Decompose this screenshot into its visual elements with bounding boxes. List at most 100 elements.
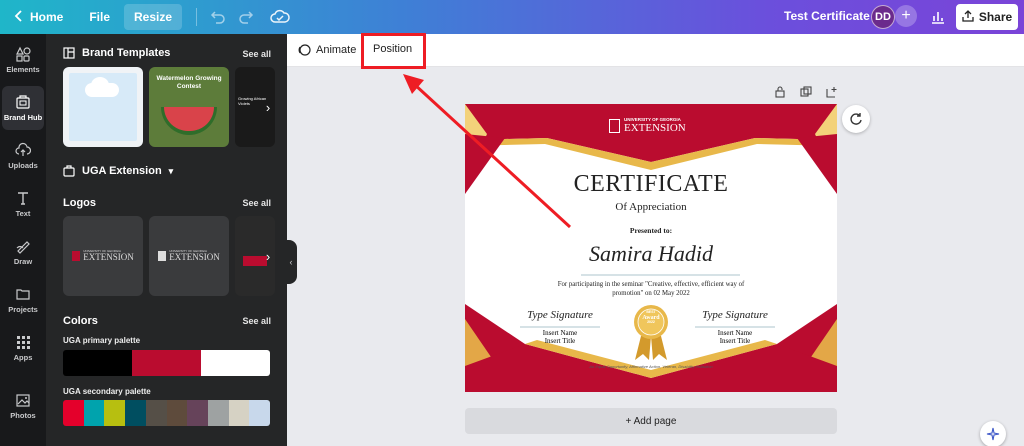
chevron-right-icon[interactable]: › [257,245,279,267]
add-page-icon[interactable] [825,85,838,98]
brand-templates-header: Brand Templates [63,47,170,59]
lock-icon[interactable] [773,85,786,98]
redo-icon[interactable] [235,6,257,28]
rail-item-draw[interactable]: Draw [0,230,46,274]
file-menu-button[interactable]: File [81,4,118,30]
toolbar-divider [196,8,198,26]
plus-icon: + [901,7,911,24]
cert-extension-text: EXTENSION [624,121,686,134]
brand-templates-title: Brand Templates [82,47,171,59]
template-thumbnail[interactable]: Watermelon Growing Contest [149,67,229,147]
template-thumbnail[interactable] [63,67,143,147]
secondary-palette-label: UGA secondary palette [63,387,151,396]
color-swatch[interactable] [145,400,167,426]
animate-button[interactable]: Animate [297,43,356,57]
draw-icon [16,241,30,254]
arch-logo-icon [72,251,81,261]
logo-extension-text: EXTENSION [169,252,220,262]
logo-mark: UNIVERSITY OF GEORGIA EXTENSION [72,250,134,262]
colors-header: Colors [63,315,98,327]
color-swatch[interactable] [166,400,188,426]
animate-icon [298,44,311,56]
signature-right: Type Signature [702,309,768,321]
color-swatch[interactable] [104,400,126,426]
recipient-name: Samira Hadid [588,241,714,266]
rail-item-uploads[interactable]: Uploads [0,134,46,178]
color-swatch[interactable] [187,400,208,426]
color-swatch[interactable] [63,350,132,376]
side-rail: Elements Brand Hub Uploads Text Draw Pro… [0,34,46,446]
logo-extension-text: EXTENSION [83,252,134,262]
cloud-save-icon[interactable] [269,6,291,28]
certificate-logo: UNIVERSITY OF GEORGIA EXTENSION [609,117,686,134]
chevron-right-icon[interactable]: › [257,96,279,118]
document-title[interactable]: Test Certificate [784,9,870,23]
primary-palette-label: UGA primary palette [63,336,141,345]
see-all-colors-link[interactable]: See all [242,316,271,326]
certificate-page[interactable]: UNIVERSITY OF GEORGIA EXTENSION CERTIFIC… [465,104,837,392]
share-icon [962,9,974,25]
share-label: Share [978,10,1013,24]
see-all-templates-link[interactable]: See all [242,49,271,59]
rail-item-brand-hub[interactable]: Brand Hub [2,86,44,130]
brand-kit-icon [63,165,75,177]
home-label: Home [30,10,64,24]
add-member-button[interactable]: + [895,5,917,27]
rail-label-apps: Apps [13,353,33,362]
arch-logo-icon [158,251,167,261]
description-line-2: promotion" on 02 May 2022 [612,290,690,297]
refresh-icon[interactable] [842,105,870,133]
rail-label-text: Text [15,209,31,218]
chevron-left-icon [14,9,24,25]
colors-title: Colors [63,315,98,327]
text-icon [18,192,28,205]
home-button[interactable]: Home [6,4,71,30]
rail-item-apps[interactable]: Apps [0,326,46,370]
color-swatch[interactable] [125,400,146,426]
insights-button[interactable] [927,6,949,28]
arch-logo-icon [609,118,620,133]
color-swatch[interactable] [201,350,270,376]
color-swatch[interactable] [228,400,250,426]
award-badge: BEST Award 2022 [636,310,666,325]
add-page-button[interactable]: + Add page [465,408,837,434]
color-swatch[interactable] [83,400,105,426]
presented-to-label: Presented to: [629,226,673,235]
description-line-1: For participating in the seminar "Creati… [557,281,745,288]
rail-label-uploads: Uploads [8,161,38,170]
animate-label: Animate [316,44,357,56]
template-title: Watermelon Growing Contest [156,75,222,90]
logos-title: Logos [63,197,96,209]
certificate-title: CERTIFICATE [573,171,729,197]
insert-title-right: Insert Title [719,337,751,345]
brand-hub-icon [16,95,30,109]
logo-thumbnail[interactable]: UNIVERSITY OF GEORGIA EXTENSION [63,216,143,296]
collapse-panel-button[interactable]: ‹ [285,240,297,284]
rail-item-photos[interactable]: Photos [0,384,46,428]
color-swatch[interactable] [132,350,201,376]
see-all-logos-link[interactable]: See all [242,198,271,208]
brand-kit-selector[interactable]: UGA Extension ▾ [63,165,173,177]
rail-label-photos: Photos [10,411,36,420]
insert-name-right: Insert Name [717,329,753,337]
rail-item-elements[interactable]: Elements [0,38,46,82]
annotation-highlight-box [361,33,426,69]
color-swatch[interactable] [63,400,84,426]
resize-button[interactable]: Resize [124,4,183,30]
rail-label-brand-hub: Brand Hub [3,113,43,122]
badge-line-3: 2022 [647,320,655,325]
undo-icon[interactable] [207,6,229,28]
rail-item-text[interactable]: Text [0,182,46,226]
color-swatch[interactable] [249,400,270,426]
logos-header: Logos [63,197,96,209]
color-swatch[interactable] [207,400,229,426]
duplicate-icon[interactable] [799,85,812,98]
primary-palette [63,350,270,376]
avatar[interactable]: DD [871,5,895,29]
rail-item-projects[interactable]: Projects [0,278,46,322]
magic-sparkle-icon[interactable] [980,421,1006,446]
logo-thumbnail[interactable]: UNIVERSITY OF GEORGIA EXTENSION [149,216,229,296]
share-button[interactable]: Share [956,4,1018,30]
rail-label-draw: Draw [13,257,33,266]
apps-icon [17,336,30,349]
